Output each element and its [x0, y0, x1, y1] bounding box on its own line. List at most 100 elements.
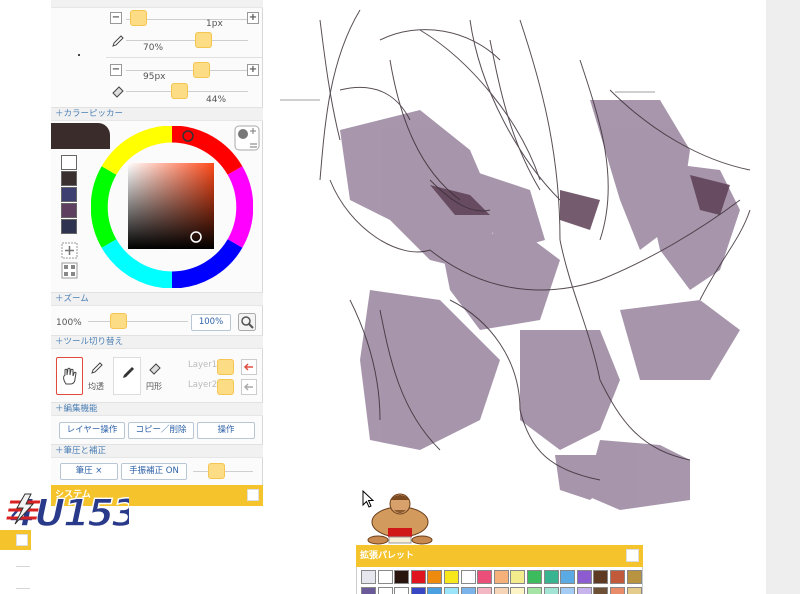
- palette-swatch[interactable]: [626, 570, 642, 584]
- pressure-header[interactable]: ＋筆圧と補正: [51, 444, 263, 458]
- palette-swatch[interactable]: [543, 587, 559, 594]
- palette-swatch[interactable]: [593, 570, 609, 584]
- layer-ops-button[interactable]: レイヤー操作: [59, 422, 125, 439]
- tool-panel: − 1px + 70% − 95px + 44% ＋カラーピッカー ＋ズーム 1…: [51, 0, 263, 506]
- palette-swatch[interactable]: [493, 587, 509, 594]
- recent-color-1[interactable]: [61, 155, 77, 170]
- zoom-track: [88, 321, 188, 322]
- palette-close-button[interactable]: [626, 549, 639, 562]
- opacity-value: 70%: [143, 43, 164, 53]
- eraser-size-value: 95px: [143, 72, 166, 82]
- palette-swatch[interactable]: [593, 587, 609, 594]
- pen-icon: [112, 35, 124, 47]
- palette-swatch[interactable]: [410, 570, 426, 584]
- palette-swatch[interactable]: [460, 570, 476, 584]
- color-wheel[interactable]: [91, 126, 253, 288]
- palette-swatch[interactable]: [560, 570, 576, 584]
- eyedropper-icon: [123, 367, 134, 378]
- palette-swatch[interactable]: [477, 587, 493, 594]
- brush-section-header[interactable]: [51, 0, 263, 8]
- palette-swatch[interactable]: [610, 587, 625, 594]
- hand-tool-button[interactable]: [56, 357, 83, 395]
- size-slider-knob[interactable]: [130, 10, 147, 26]
- palette-swatch[interactable]: [610, 570, 625, 584]
- opacity-slider-knob[interactable]: [195, 32, 212, 48]
- palette-title: 拡張パレット: [360, 551, 415, 561]
- recent-color-3[interactable]: [61, 187, 77, 202]
- eraser-size-track: [126, 70, 248, 71]
- eraser-size-plus-button[interactable]: +: [247, 64, 259, 76]
- zoom-header[interactable]: ＋ズーム: [51, 292, 263, 306]
- palette-swatch[interactable]: [543, 570, 559, 584]
- palette-swatch[interactable]: [410, 587, 426, 594]
- palette-swatch[interactable]: [394, 587, 410, 594]
- system-close-button[interactable]: [247, 489, 259, 501]
- palette-swatch[interactable]: [510, 587, 526, 594]
- palette-swatch[interactable]: [576, 570, 592, 584]
- palette-swatch[interactable]: [427, 587, 443, 594]
- palette-swatch[interactable]: [527, 587, 542, 594]
- pen-tool-label: 均透: [88, 382, 104, 391]
- color-picker-header[interactable]: ＋カラーピッカー: [51, 107, 263, 121]
- size-value: 1px: [206, 19, 223, 29]
- palette-swatch[interactable]: [510, 570, 526, 584]
- magnifier-icon[interactable]: [238, 313, 256, 331]
- hand-icon: [63, 367, 77, 385]
- layer1-label: Layer1: [188, 360, 218, 370]
- site-logo: 4U153: [4, 491, 129, 532]
- zoom-slider-knob[interactable]: [110, 313, 127, 329]
- operation-button[interactable]: 操作: [197, 422, 255, 439]
- extended-palette-bar[interactable]: 拡張パレット: [356, 545, 643, 567]
- right-scroll-strip: [766, 0, 800, 594]
- palette-swatch[interactable]: [444, 587, 459, 594]
- stabilizer-slider-knob[interactable]: [208, 463, 225, 479]
- stabilizer-toggle-button[interactable]: 手振補正 ON: [121, 463, 187, 480]
- palette-swatch[interactable]: [460, 587, 476, 594]
- edit-header[interactable]: ＋編集機能: [51, 402, 263, 416]
- palette-swatch[interactable]: [493, 570, 509, 584]
- palette-swatch[interactable]: [377, 570, 393, 584]
- eraser-opacity-value: 44%: [206, 95, 227, 105]
- drawing-canvas[interactable]: [270, 0, 770, 540]
- palette-swatch[interactable]: [361, 587, 376, 594]
- recent-color-2[interactable]: [61, 171, 77, 186]
- palette-swatch[interactable]: [477, 570, 493, 584]
- swatch-grid-icon[interactable]: [61, 262, 78, 279]
- eraser-tool-label: 円形: [146, 382, 162, 391]
- eraser-opacity-slider-knob[interactable]: [171, 83, 188, 99]
- arrow-left-red-icon[interactable]: [241, 359, 257, 375]
- dropper-tool-button[interactable]: [113, 357, 141, 395]
- palette-swatch[interactable]: [444, 570, 459, 584]
- pen-tool-icon[interactable]: [90, 361, 104, 375]
- copy-delete-button[interactable]: コピー／削除: [128, 422, 194, 439]
- palette-swatch[interactable]: [377, 587, 393, 594]
- zoom-field[interactable]: 100%: [191, 314, 231, 331]
- eraser-tool-icon[interactable]: [148, 361, 162, 375]
- collapsed-panel-close-button[interactable]: [16, 534, 28, 546]
- brush-dot-preview: [78, 54, 80, 56]
- palette-swatch[interactable]: [427, 570, 443, 584]
- opacity-track: [126, 40, 248, 41]
- pressure-toggle-button[interactable]: 筆圧 ×: [60, 463, 118, 480]
- palette-swatch[interactable]: [560, 587, 576, 594]
- eraser-size-minus-button[interactable]: −: [110, 64, 122, 76]
- add-swatch-icon[interactable]: [61, 242, 78, 259]
- layer1-knob[interactable]: [217, 359, 234, 375]
- palette-swatch[interactable]: [394, 570, 410, 584]
- size-minus-button[interactable]: −: [110, 12, 122, 24]
- mascot-character-icon: [367, 493, 433, 545]
- palette-grid: [356, 567, 643, 594]
- eraser-size-slider-knob[interactable]: [193, 62, 210, 78]
- palette-swatch[interactable]: [527, 570, 542, 584]
- palette-swatch[interactable]: [626, 587, 642, 594]
- layer2-knob[interactable]: [217, 379, 234, 395]
- size-plus-button[interactable]: +: [247, 12, 259, 24]
- tool-switch-header[interactable]: ＋ツール切り替え: [51, 335, 263, 349]
- color-mode-toggle-icon[interactable]: [234, 125, 260, 151]
- palette-swatch[interactable]: [361, 570, 376, 584]
- eraser-icon: [112, 86, 124, 98]
- recent-color-4[interactable]: [61, 203, 77, 218]
- palette-swatch[interactable]: [576, 587, 592, 594]
- arrow-left-gray-icon[interactable]: [241, 379, 257, 395]
- recent-color-5[interactable]: [61, 219, 77, 234]
